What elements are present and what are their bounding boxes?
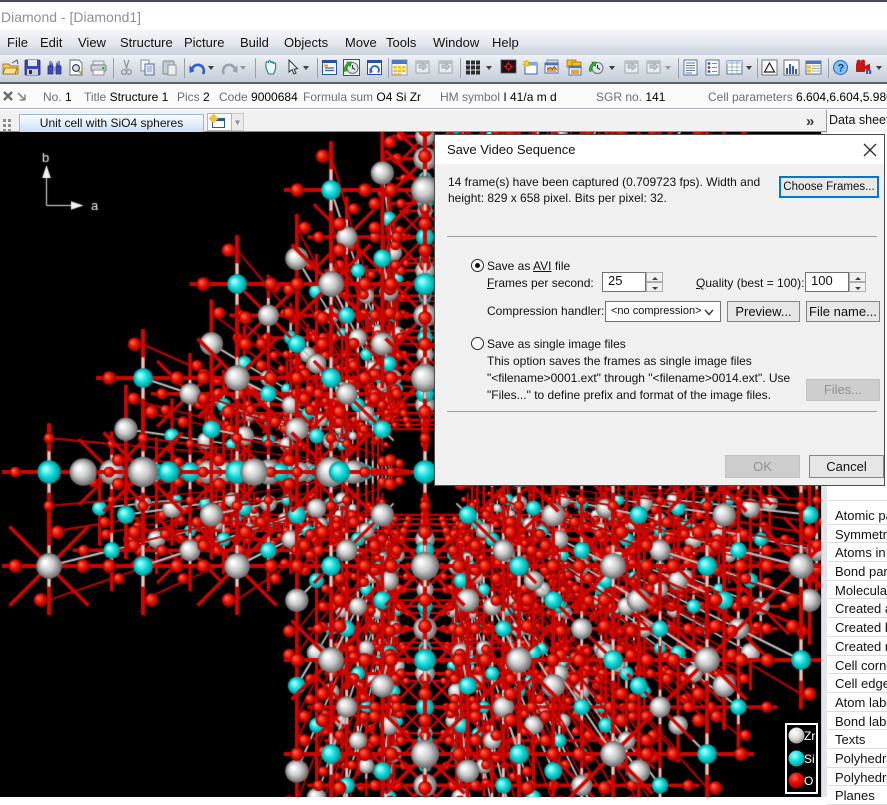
svg-text:O: O (804, 774, 813, 788)
svg-text:Zr: Zr (804, 729, 815, 743)
svg-text:?: ? (838, 63, 845, 75)
svg-text:Si: Si (804, 752, 815, 766)
